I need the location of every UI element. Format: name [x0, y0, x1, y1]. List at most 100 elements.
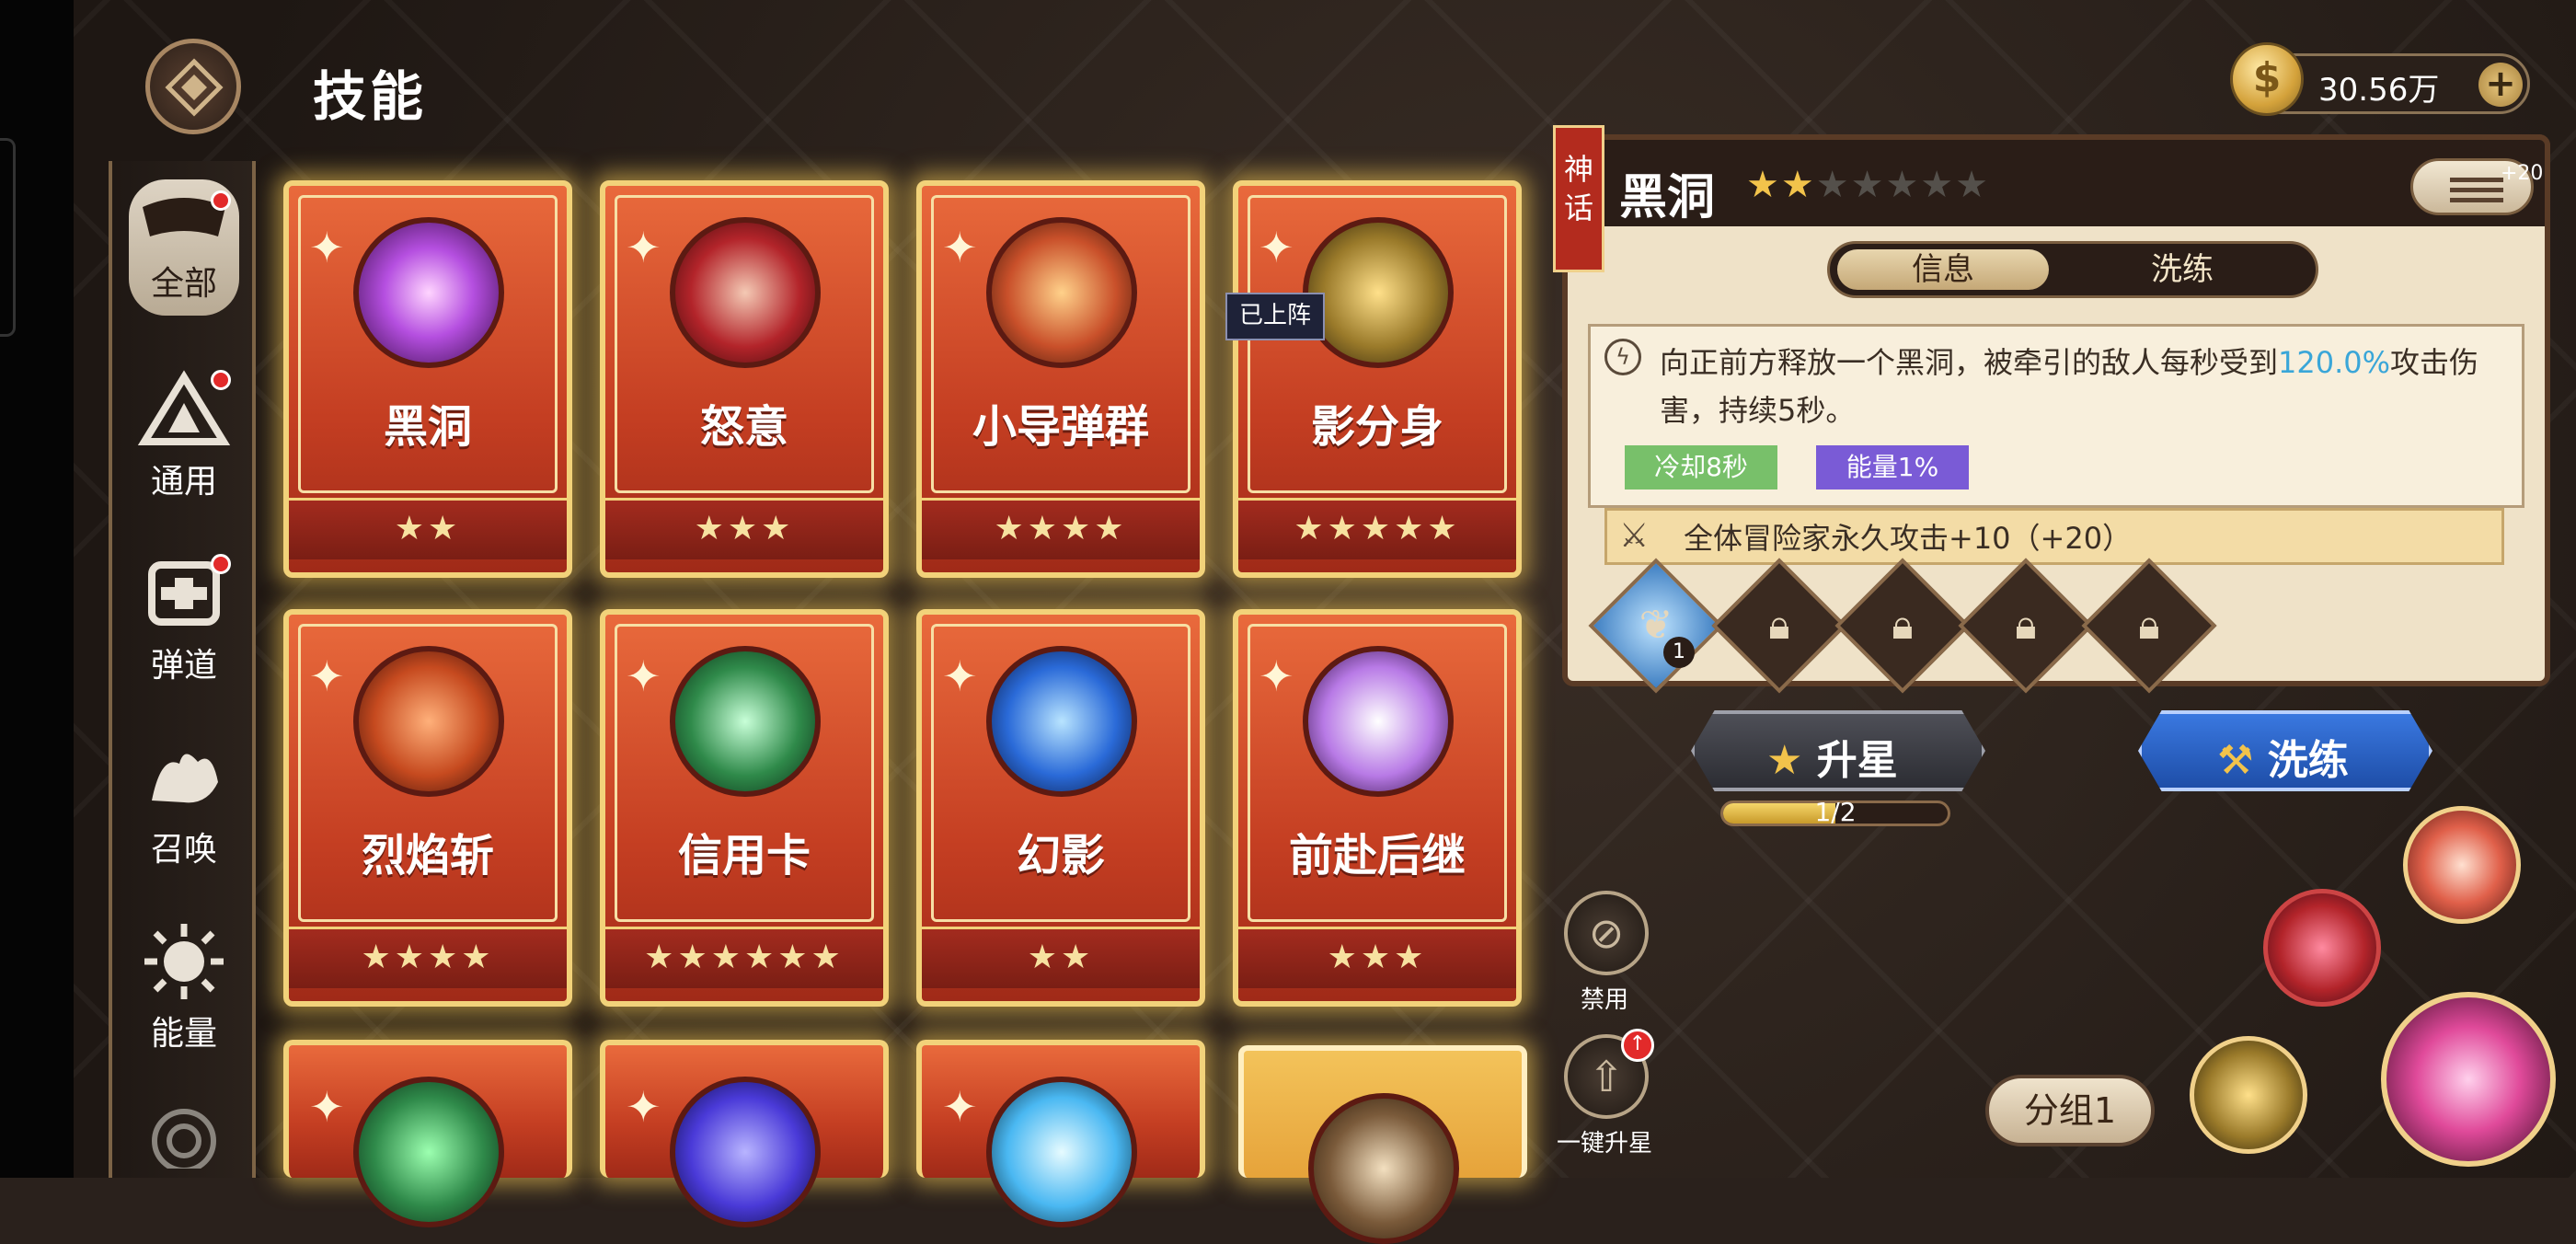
skill-portrait: [353, 1077, 504, 1227]
list-icon: [2450, 178, 2503, 182]
lock-icon: 🔒︎: [1892, 602, 1914, 649]
sparkle-icon: ✦: [942, 1082, 978, 1132]
skill-name: 前赴后继: [1288, 830, 1466, 881]
skill-card-rage[interactable]: ✦ 怒意 ★★★: [600, 180, 889, 578]
lock-icon: 🔒︎: [2138, 602, 2160, 649]
skill-card-relay[interactable]: ✦ 前赴后继 ★★★: [1233, 609, 1522, 1007]
equipped-skill-slot[interactable]: [2403, 806, 2521, 924]
skill-name: 小导弹群: [972, 401, 1149, 453]
arrow-up-icon: ⇧: [1588, 1052, 1625, 1101]
sidebar-item-energy[interactable]: 能量: [129, 920, 239, 1054]
skill-stars: ★★★★★: [1238, 498, 1516, 559]
sidebar-item-label: 全部: [150, 265, 217, 303]
detail-tabs: 信息 洗练: [1827, 241, 2318, 298]
coin-icon: $: [2230, 42, 2304, 116]
spiral-icon: [152, 1109, 216, 1173]
disable-label: 禁用: [1580, 986, 1628, 1014]
upgrade-progress-text: 1/2: [1814, 797, 1857, 827]
upgrade-text: 升星: [1816, 737, 1898, 784]
sidebar-item-label: 能量: [150, 1015, 217, 1053]
sidebar-item-ballistic[interactable]: 弹道: [129, 552, 239, 686]
energy-tag: 能量1%: [1816, 445, 1969, 490]
skill-detail-stars: ★★★★★★★: [1746, 164, 1990, 206]
skill-name: 黑洞: [383, 401, 472, 453]
notification-dot: [211, 370, 231, 390]
skill-portrait: [986, 217, 1137, 368]
star-icon: ★: [1766, 737, 1803, 784]
lock-icon: 🔒︎: [2015, 602, 2037, 649]
rune-count: 1: [1663, 637, 1695, 668]
equipped-skill-slot[interactable]: [2190, 1036, 2307, 1154]
sparkle-icon: ✦: [626, 1082, 661, 1132]
skill-portrait: [1303, 217, 1454, 368]
skill-stars: ★★★: [1238, 927, 1516, 988]
tab-refine[interactable]: 洗练: [2076, 249, 2288, 290]
sparkle-icon: ✦: [626, 651, 661, 701]
sparkle-icon: ✦: [309, 651, 345, 701]
skill-card[interactable]: ✦: [916, 1040, 1205, 1227]
sparkle-icon: ✦: [626, 223, 661, 272]
skill-stars: ★★★★★★: [605, 927, 883, 988]
cooldown-tag: 冷却8秒: [1625, 445, 1777, 490]
skill-portrait: [986, 1077, 1137, 1227]
sidebar-item-label: 弹道: [150, 647, 217, 685]
disable-button[interactable]: ⊘: [1564, 891, 1649, 975]
skill-portrait: [670, 1077, 821, 1227]
sparkle-icon: ✦: [309, 1082, 345, 1132]
skill-card-missiles[interactable]: ✦ 小导弹群 ★★★★: [916, 180, 1205, 578]
sidebar-item-all[interactable]: 全部: [129, 179, 239, 316]
upgrade-star-label: ★ 升星: [1766, 727, 1898, 786]
upgrade-available-icon: ↑: [1621, 1029, 1654, 1062]
home-icon: [165, 58, 224, 117]
notification-dot: [211, 554, 231, 574]
skill-card[interactable]: [1238, 1045, 1527, 1244]
sidebar-item-summon[interactable]: 召唤: [129, 736, 239, 870]
sparkle-icon: ✦: [942, 223, 978, 272]
skill-stars: ★★★: [605, 498, 883, 559]
skill-description: 向正前方释放一个黑洞，被牵引的敌人每秒受到120.0%攻击伤害，持续5秒。: [1660, 339, 2524, 434]
prohibit-icon: ⊘: [1588, 908, 1625, 958]
sparkle-icon: ✦: [1259, 651, 1294, 701]
lightning-icon: ϟ: [1604, 339, 1641, 375]
sparkle-icon: ✦: [942, 651, 978, 701]
skill-card-phantom[interactable]: ✦ 幻影 ★★: [916, 609, 1205, 1007]
skill-portrait: [670, 646, 821, 797]
page-title: 技能: [313, 65, 428, 128]
tab-info[interactable]: 信息: [1837, 249, 2049, 290]
add-currency-button[interactable]: +: [2478, 63, 2523, 107]
skill-stars: ★★★★: [289, 927, 567, 988]
skill-card-credit-card[interactable]: ✦ 信用卡 ★★★★★★: [600, 609, 889, 1007]
screen-edge: [0, 0, 74, 1178]
equipped-badge: 已上阵: [1225, 293, 1325, 340]
sparkle-icon: ✦: [309, 223, 345, 272]
one-click-upgrade-label: 一键升星: [1556, 1130, 1652, 1158]
skill-name: 信用卡: [677, 830, 811, 881]
currency-value: 30.56万: [2318, 72, 2440, 109]
skill-stars: ★★★★: [922, 498, 1200, 559]
skill-name: 影分身: [1310, 401, 1443, 453]
skill-portrait: [986, 646, 1137, 797]
sparkle-icon: ✦: [1259, 223, 1294, 272]
skill-card[interactable]: ✦: [600, 1040, 889, 1227]
sidebar-item-label: 通用: [150, 463, 217, 501]
skill-card[interactable]: ✦: [283, 1040, 572, 1227]
menu-plus-count: +20: [2501, 162, 2544, 185]
rarity-tag: 神话: [1553, 125, 1604, 272]
sidebar-item-general[interactable]: 通用: [129, 368, 239, 502]
skill-card-black-hole[interactable]: ✦ 黑洞 ★★: [283, 180, 572, 578]
group-button[interactable]: 分组1: [1985, 1075, 2155, 1146]
skill-portrait: [353, 646, 504, 797]
equipped-skill-slot[interactable]: [2263, 889, 2381, 1007]
notification-dot: [211, 190, 231, 211]
skill-portrait: [1308, 1093, 1459, 1244]
skill-name: 烈焰斩: [361, 830, 494, 881]
skill-stars: ★★: [289, 498, 567, 559]
skill-card-shadow-clone[interactable]: ✦ 影分身 ★★★★★: [1233, 180, 1522, 578]
ultimate-skill-slot[interactable]: [2381, 992, 2556, 1167]
lock-icon: 🔒︎: [1768, 602, 1790, 649]
sidebar-item-more[interactable]: [129, 1104, 239, 1173]
home-button[interactable]: [145, 39, 241, 134]
skill-card-flame-slash[interactable]: ✦ 烈焰斩 ★★★★: [283, 609, 572, 1007]
bonus-text: 全体冒险家永久攻击+10（+20）: [1684, 521, 2133, 556]
skill-portrait: [1303, 646, 1454, 797]
